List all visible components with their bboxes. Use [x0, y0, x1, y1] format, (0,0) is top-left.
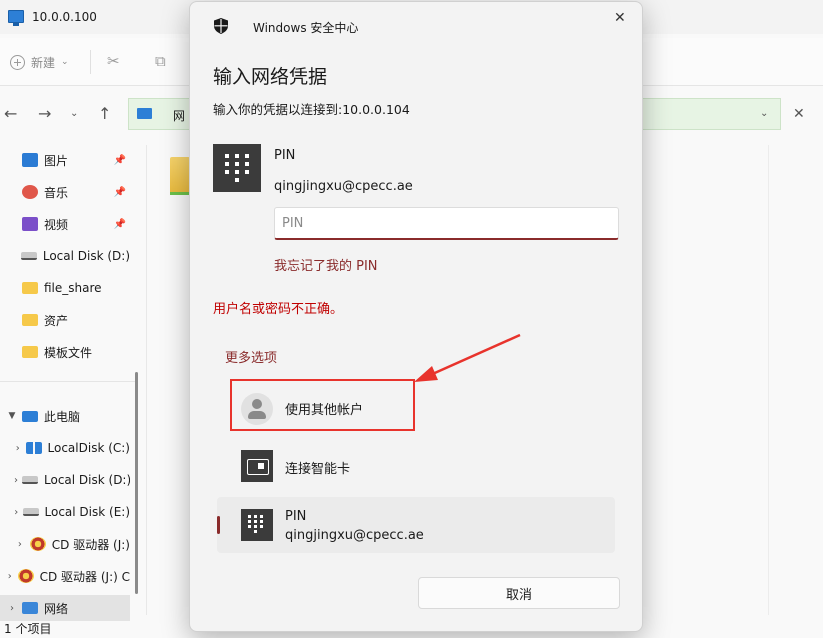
sidebar-divider: [0, 381, 135, 382]
forgot-pin-link[interactable]: 我忘记了我的 PIN: [274, 255, 378, 274]
chevron-right-icon[interactable]: ›: [14, 475, 18, 486]
computer-icon: [137, 108, 152, 119]
smart-card-option[interactable]: 连接智能卡: [217, 438, 615, 494]
sidebar-item-label: CD 驱动器 (J:): [51, 537, 130, 552]
sidebar-item-label: LocalDisk (C:): [47, 441, 130, 455]
cd-drive-icon: [29, 537, 46, 551]
option-label: 连接智能卡: [285, 462, 351, 477]
error-message: 用户名或密码不正确。: [213, 302, 344, 317]
sidebar-item-local-disk-d[interactable]: › Local Disk (D:): [0, 467, 130, 493]
chevron-down-icon: ⌄: [61, 57, 69, 67]
sidebar-item-label: Local Disk (D:): [42, 249, 130, 263]
folder-icon: [22, 314, 38, 326]
pin-icon[interactable]: 📌: [114, 219, 126, 230]
sidebar-item-label: 图片: [44, 153, 69, 168]
sidebar-item-label: CD 驱动器 (J:) C: [39, 569, 130, 584]
dialog-app-name: Windows 安全中心: [253, 21, 359, 35]
chevron-right-icon[interactable]: ›: [6, 603, 18, 614]
sidebar-item-file-share[interactable]: file_share: [0, 275, 130, 301]
folder-icon: [22, 282, 38, 294]
pin-input[interactable]: [274, 207, 619, 240]
annotation-highlight-box: [230, 379, 415, 431]
smart-card-icon: [241, 450, 273, 482]
option-sublabel: qingjingxu@cpecc.ae: [285, 528, 424, 543]
details-pane-divider: [768, 145, 769, 615]
music-icon: [22, 185, 38, 199]
recent-chevron-icon[interactable]: ⌄: [70, 108, 78, 119]
sidebar-item-local-disk-c[interactable]: › LocalDisk (C:): [0, 435, 130, 461]
forward-arrow-icon[interactable]: →: [38, 104, 51, 123]
sidebar-scrollbar[interactable]: [135, 372, 138, 594]
username-label: qingjingxu@cpecc.ae: [274, 179, 413, 194]
sidebar-item-label: file_share: [44, 281, 102, 295]
sidebar-item-local-disk-d[interactable]: Local Disk (D:): [0, 243, 130, 269]
chevron-right-icon[interactable]: ›: [14, 507, 19, 518]
sidebar-item-label: Local Disk (D:): [44, 473, 130, 487]
sidebar-item-videos[interactable]: 视频 📌: [0, 211, 130, 237]
toolbar-divider: [90, 50, 91, 74]
new-button[interactable]: 新建 ⌄: [10, 52, 69, 72]
sidebar-item-templates[interactable]: 模板文件: [0, 339, 130, 365]
sidebar-item-label: 网络: [44, 601, 69, 616]
sidebar-item-cd-drive-root[interactable]: › CD 驱动器 (J:) C: [0, 563, 130, 589]
videos-icon: [22, 217, 38, 231]
sidebar-item-pictures[interactable]: 图片 📌: [0, 147, 130, 173]
pin-icon[interactable]: 📌: [114, 187, 126, 198]
computer-icon: [8, 10, 24, 26]
sidebar-item-this-pc[interactable]: ▼ 此电脑: [0, 403, 130, 429]
chevron-down-icon[interactable]: ▼: [6, 411, 18, 421]
sidebar-item-label: 此电脑: [44, 409, 81, 424]
pin-keypad-icon: [241, 509, 273, 541]
cancel-button[interactable]: 取消: [418, 577, 620, 609]
folder-icon: [22, 346, 38, 358]
dialog-subtitle: 输入你的凭据以连接到:10.0.0.104: [213, 102, 410, 117]
selection-indicator: [217, 516, 220, 534]
sidebar-item-local-disk-e[interactable]: › Local Disk (E:): [0, 499, 130, 525]
shield-icon: [214, 18, 228, 34]
navigation-pane: 图片 📌 音乐 📌 视频 📌 Local Disk (D:) file_shar…: [0, 145, 130, 621]
back-arrow-icon[interactable]: ←: [4, 104, 17, 123]
more-options-label: 更多选项: [225, 351, 278, 366]
dialog-title: 输入网络凭据: [213, 66, 328, 88]
credential-type-label: PIN: [274, 148, 296, 163]
sidebar-item-label: 模板文件: [44, 345, 93, 360]
pin-keypad-icon: [213, 144, 261, 192]
pane-divider: [146, 145, 147, 615]
computer-icon: [22, 410, 38, 422]
sidebar-item-assets[interactable]: 资产: [0, 307, 130, 333]
close-icon[interactable]: ✕: [793, 106, 805, 122]
address-text: 网: [173, 109, 186, 123]
sidebar-item-label: 视频: [44, 217, 69, 232]
pin-option[interactable]: PIN qingjingxu@cpecc.ae: [217, 497, 615, 553]
copy-icon[interactable]: ⧉: [155, 52, 166, 70]
windows-security-dialog: Windows 安全中心 ✕ 输入网络凭据 输入你的凭据以连接到:10.0.0.…: [189, 1, 643, 632]
cd-drive-icon: [17, 569, 34, 583]
pictures-icon: [22, 153, 38, 167]
window-title: 10.0.0.100: [32, 10, 97, 24]
cut-icon[interactable]: ✂: [107, 52, 120, 70]
network-icon: [22, 602, 38, 614]
disk-icon: [22, 508, 39, 516]
chevron-right-icon[interactable]: ›: [6, 571, 14, 582]
new-button-label: 新建: [31, 55, 56, 70]
windows-disk-icon: [25, 442, 42, 454]
folder-icon[interactable]: [170, 157, 190, 195]
chevron-right-icon[interactable]: ›: [14, 539, 26, 550]
chevron-right-icon[interactable]: ›: [14, 443, 22, 454]
sidebar-item-cd-drive[interactable]: › CD 驱动器 (J:): [0, 531, 130, 557]
sidebar-item-label: 音乐: [44, 185, 69, 200]
up-arrow-icon[interactable]: ↑: [98, 104, 111, 123]
sidebar-item-label: 资产: [44, 313, 69, 328]
pin-icon[interactable]: 📌: [114, 155, 126, 166]
disk-icon: [20, 252, 37, 260]
option-label: PIN: [285, 509, 307, 524]
close-icon[interactable]: ✕: [614, 10, 626, 26]
disk-icon: [22, 476, 38, 484]
sidebar-item-music[interactable]: 音乐 📌: [0, 179, 130, 205]
address-dropdown-icon[interactable]: ⌄: [760, 108, 768, 119]
plus-icon: [10, 54, 25, 70]
sidebar-item-label: Local Disk (E:): [44, 505, 131, 519]
